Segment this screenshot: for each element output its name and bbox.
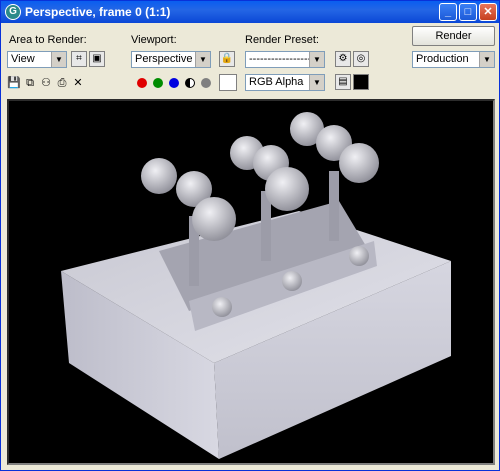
maximize-button[interactable]: □ [459,3,477,21]
chevron-down-icon: ▼ [479,52,494,67]
area-to-render-label: Area to Render: [9,34,87,46]
environment-icon[interactable]: ◎ [353,51,369,67]
channel-dropdown[interactable]: RGB Alpha ▼ [245,74,325,91]
rendered-scene-image [61,112,451,459]
viewport-dropdown[interactable]: Perspective ▼ [131,51,211,68]
alpha-channel-icon[interactable] [185,78,195,88]
chevron-down-icon: ▼ [309,75,324,90]
window-title: Perspective, frame 0 (1:1) [25,5,171,19]
close-button[interactable]: ✕ [479,3,497,21]
render-button[interactable]: Render [412,26,495,46]
render-setup-icon[interactable]: ⚙ [335,51,351,67]
background-toggle-icon[interactable] [353,74,369,90]
color-swatch[interactable] [219,74,237,91]
rendered-viewport [7,99,495,465]
copy-icon[interactable]: ⧉ [23,76,37,90]
red-channel-icon[interactable] [137,78,147,88]
chevron-down-icon: ▼ [309,52,324,67]
green-channel-icon[interactable] [153,78,163,88]
render-preset-dropdown[interactable]: --------------------------▼ [245,51,325,68]
clone-icon[interactable]: ⚇ [39,76,53,90]
clear-icon[interactable]: ✕ [71,76,85,90]
display-toggle-icon[interactable]: ▤ [335,74,351,90]
render-frame-window: G Perspective, frame 0 (1:1) _ □ ✕ Area … [0,0,500,471]
auto-region-icon[interactable]: ▣ [89,51,105,67]
monochrome-icon[interactable] [201,78,211,88]
title-bar[interactable]: G Perspective, frame 0 (1:1) _ □ ✕ [1,1,499,23]
viewport-label: Viewport: [131,34,177,46]
edit-region-icon[interactable]: ⌗ [71,51,87,67]
blue-channel-icon[interactable] [169,78,179,88]
app-icon: G [5,4,21,20]
production-dropdown[interactable]: Production ▼ [412,51,495,68]
lock-icon[interactable]: 🔒 [219,51,235,67]
area-to-render-dropdown[interactable]: View ▼ [7,51,67,68]
render-preset-label: Render Preset: [245,34,319,46]
minimize-button[interactable]: _ [439,3,457,21]
chevron-down-icon: ▼ [51,52,66,67]
save-icon[interactable]: 💾 [7,76,21,90]
chevron-down-icon: ▼ [195,52,210,67]
print-icon[interactable]: ⎙ [55,76,69,90]
